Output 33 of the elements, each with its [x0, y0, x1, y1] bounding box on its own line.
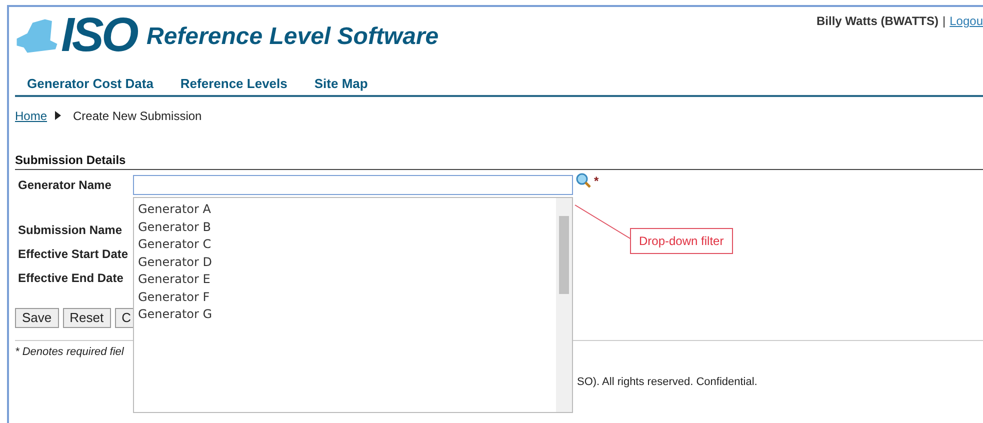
scrollbar[interactable]: [556, 198, 572, 412]
section-title: Submission Details: [15, 152, 127, 168]
dropdown-option[interactable]: Generator D: [138, 254, 556, 271]
form-button[interactable]: Save: [15, 308, 59, 328]
nav-link[interactable]: Site Map: [314, 74, 368, 94]
callout-label: Drop-down filter: [630, 228, 733, 254]
dropdown-option[interactable]: Generator C: [138, 236, 556, 254]
form-button[interactable]: Reset: [62, 308, 111, 328]
search-icon[interactable]: [576, 172, 592, 188]
app-title: Reference Level Software: [146, 22, 439, 52]
nav-link[interactable]: Reference Levels: [180, 74, 288, 94]
breadcrumb-current: Create New Submission: [73, 108, 202, 124]
dropdown-option[interactable]: Generator E: [138, 271, 556, 288]
field-label: Generator Name: [18, 176, 112, 194]
dropdown-option[interactable]: Generator F: [138, 288, 556, 306]
dropdown-option[interactable]: Generator G: [138, 306, 556, 324]
home-link[interactable]: Home: [15, 106, 48, 124]
separator: |: [942, 13, 946, 30]
logo-text: ISO: [61, 12, 136, 60]
leader-line: [573, 203, 633, 241]
field-label: Submission Name: [18, 222, 122, 238]
required-note: * Denotes required fiel: [15, 344, 125, 360]
field-label: Effective Start Date: [18, 246, 128, 262]
required-mark: *: [594, 172, 599, 190]
nav-link[interactable]: Generator Cost Data: [27, 74, 154, 94]
triangle-icon: [55, 111, 62, 120]
field-label: Effective End Date: [18, 270, 124, 286]
dropdown-option[interactable]: Generator A: [138, 201, 556, 218]
copyright-text: SO). All rights reserved. Confidential.: [577, 376, 758, 388]
logout-link[interactable]: Logou: [950, 12, 983, 30]
generator-name-input[interactable]: [133, 174, 573, 194]
user-name: Billy Watts (BWATTS): [816, 13, 938, 30]
dropdown-option[interactable]: Generator B: [138, 218, 556, 236]
